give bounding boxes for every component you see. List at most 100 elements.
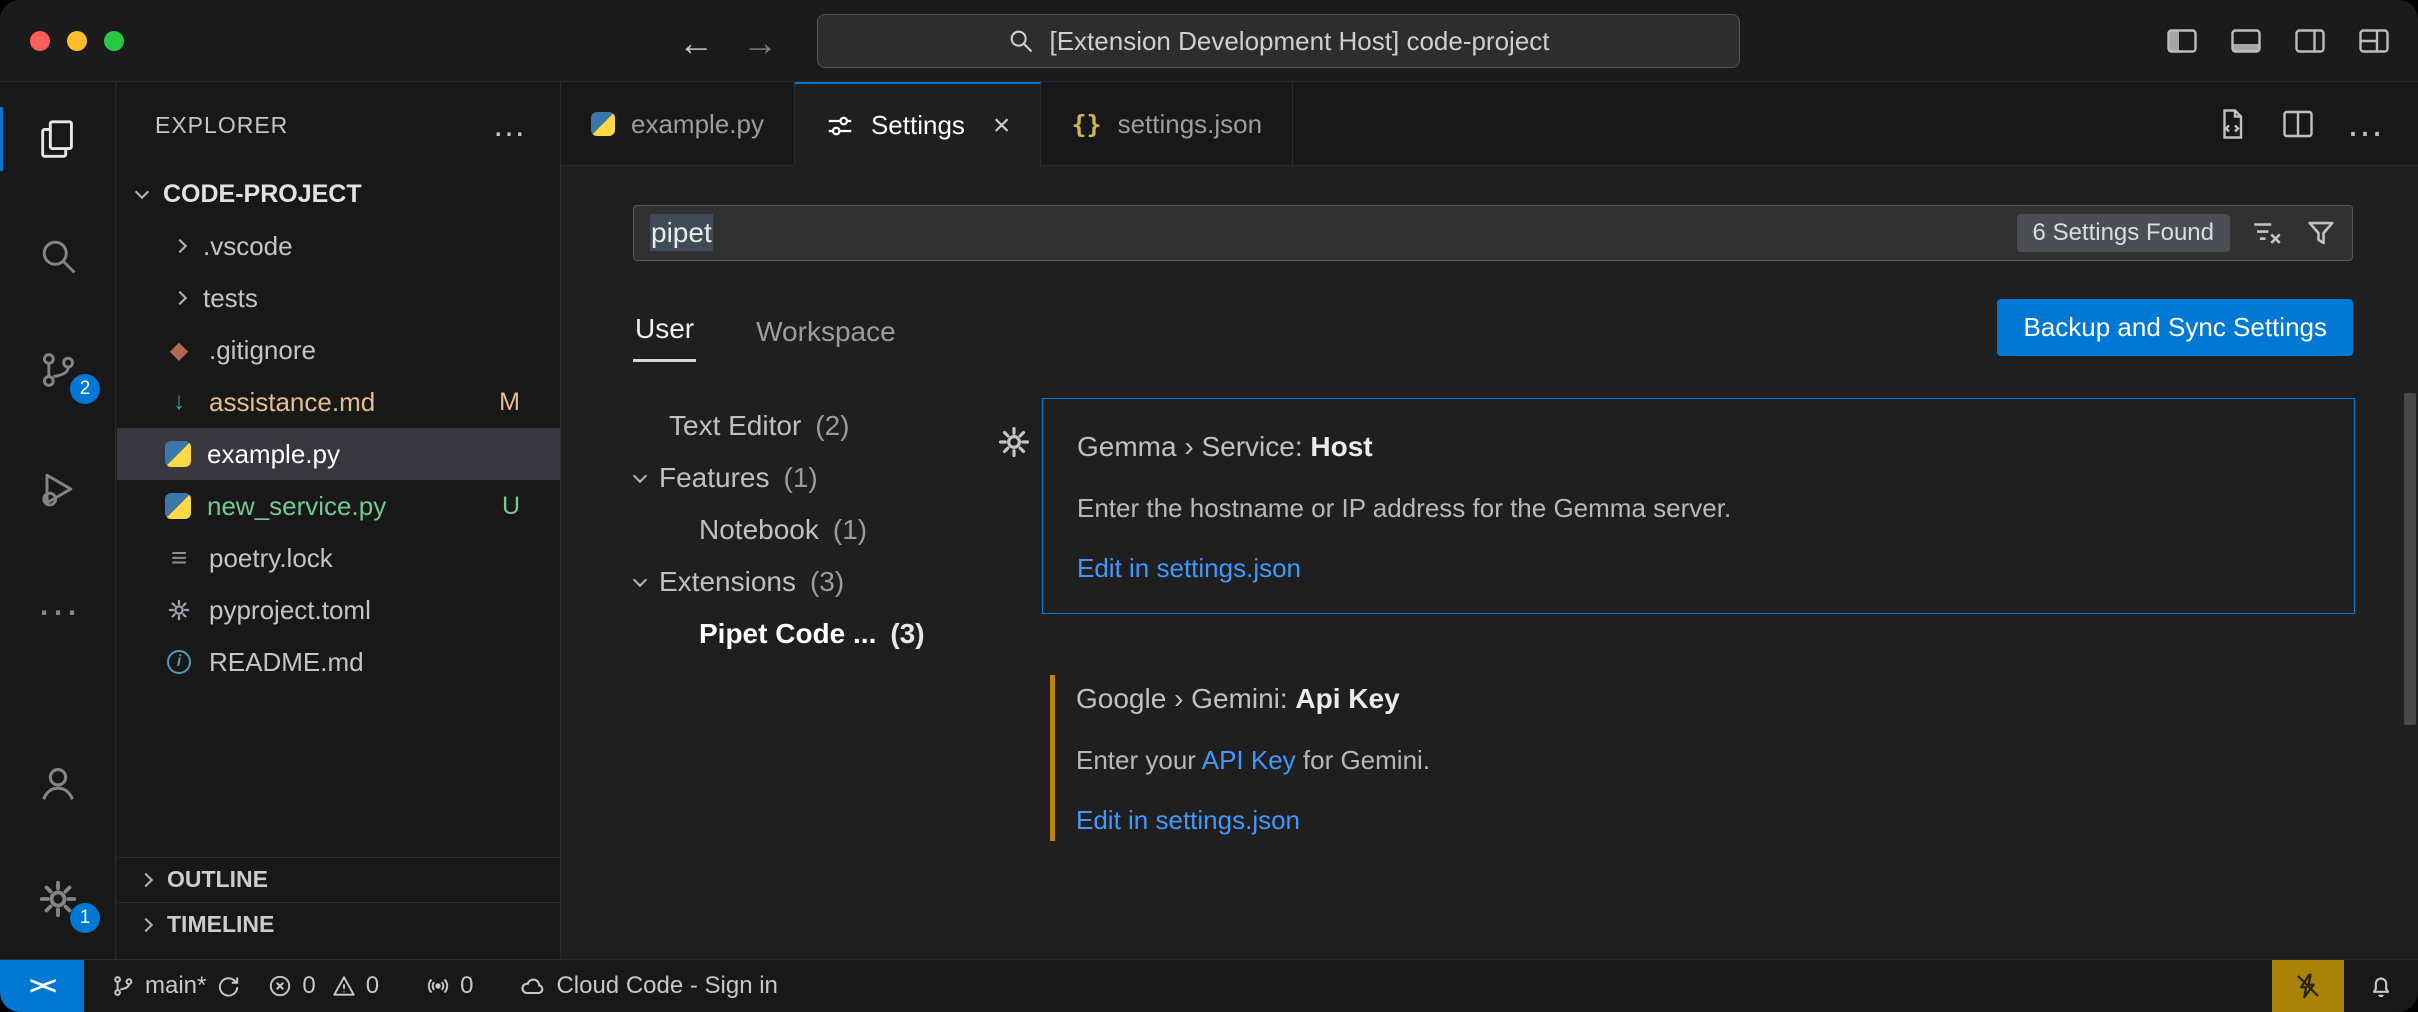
ellipsis-icon: … bbox=[36, 591, 80, 611]
tab-label: example.py bbox=[631, 109, 764, 140]
toc-item-extensions[interactable]: Extensions (3) bbox=[633, 556, 1023, 608]
search-icon bbox=[36, 234, 80, 278]
file-label: example.py bbox=[207, 439, 340, 470]
filter-funnel-icon[interactable] bbox=[2304, 216, 2338, 250]
branch-name: main* bbox=[145, 972, 206, 1000]
activity-bar: 2 … 1 bbox=[0, 82, 116, 959]
python-file-icon bbox=[591, 112, 615, 136]
tab-example-py[interactable]: example.py bbox=[561, 82, 795, 166]
remote-indicator[interactable]: >< bbox=[0, 960, 84, 1012]
setting-row-google-gemini-api-key[interactable]: Google › Gemini: Api Key Enter your API … bbox=[1042, 651, 2355, 865]
search-activity-button[interactable] bbox=[0, 218, 116, 294]
lightning-slash-icon bbox=[2293, 971, 2323, 1001]
search-icon bbox=[1007, 27, 1035, 55]
tree-item-gitignore[interactable]: ◆ .gitignore bbox=[117, 324, 560, 376]
back-arrow-icon[interactable]: ← bbox=[678, 22, 714, 64]
minimize-window-button[interactable] bbox=[67, 31, 87, 51]
toc-label: Extensions bbox=[659, 566, 796, 598]
command-center[interactable]: [Extension Development Host] code-projec… bbox=[817, 14, 1740, 68]
tree-item-tests-folder[interactable]: tests bbox=[117, 272, 560, 324]
problems-status[interactable]: 0 0 bbox=[267, 972, 385, 1000]
tree-item-poetry-lock[interactable]: ≡ poetry.lock bbox=[117, 532, 560, 584]
forward-arrow-icon[interactable]: → bbox=[742, 22, 778, 64]
split-editor-icon[interactable] bbox=[2280, 106, 2316, 142]
json-braces-icon: {} bbox=[1071, 110, 1101, 139]
settings-scrollbar[interactable] bbox=[2404, 393, 2416, 725]
toggle-primary-sidebar-icon[interactable] bbox=[2164, 23, 2200, 59]
root-label: CODE-PROJECT bbox=[163, 180, 362, 209]
toc-item-notebook[interactable]: Notebook (1) bbox=[633, 504, 1023, 556]
toc-label: Text Editor bbox=[669, 410, 801, 442]
traffic-lights bbox=[30, 31, 124, 51]
error-icon bbox=[267, 973, 293, 999]
broadcast-icon bbox=[425, 973, 451, 999]
tab-settings[interactable]: Settings × bbox=[795, 82, 1041, 167]
warning-count: 0 bbox=[366, 972, 379, 1000]
setting-row-google-gemini-text-model[interactable]: Google › Gemini: Text Model bbox=[1042, 935, 2355, 959]
timeline-section-header[interactable]: TIMELINE bbox=[117, 902, 560, 946]
notifications-status[interactable] bbox=[2344, 972, 2418, 1000]
ports-status[interactable]: 0 bbox=[425, 972, 479, 1000]
api-key-link[interactable]: API Key bbox=[1202, 745, 1296, 775]
file-label: README.md bbox=[209, 647, 364, 678]
run-debug-activity-button[interactable] bbox=[0, 451, 116, 527]
tab-settings-json[interactable]: {} settings.json bbox=[1041, 82, 1293, 166]
edit-in-settings-json-link[interactable]: Edit in settings.json bbox=[1076, 803, 2321, 837]
settings-sliders-icon bbox=[825, 111, 855, 141]
toc-item-pipet-code[interactable]: Pipet Code ... (3) bbox=[633, 608, 1023, 660]
git-file-icon: ◆ bbox=[165, 336, 193, 364]
clear-filters-icon[interactable] bbox=[2250, 216, 2284, 250]
tree-root-code-project[interactable]: CODE-PROJECT bbox=[117, 168, 560, 220]
file-label: tests bbox=[203, 283, 258, 314]
zoom-window-button[interactable] bbox=[104, 31, 124, 51]
tree-item-new-service-py[interactable]: new_service.py U bbox=[117, 480, 560, 532]
outline-section-header[interactable]: OUTLINE bbox=[117, 857, 560, 901]
setting-gear-icon[interactable] bbox=[995, 423, 1033, 461]
settings-search-input[interactable]: pipet 6 Settings Found bbox=[633, 205, 2353, 261]
views-more-actions-icon[interactable]: … bbox=[492, 120, 526, 130]
sync-changes-icon[interactable] bbox=[215, 973, 241, 999]
screencast-warning-status[interactable] bbox=[2272, 960, 2344, 1012]
toggle-panel-icon[interactable] bbox=[2228, 23, 2264, 59]
tree-item-example-py[interactable]: example.py bbox=[117, 428, 560, 480]
chevron-right-icon bbox=[139, 872, 153, 886]
toml-gear-icon bbox=[165, 596, 193, 624]
toc-item-features[interactable]: Features (1) bbox=[633, 452, 1023, 504]
toc-label: Pipet Code ... bbox=[699, 618, 876, 650]
source-control-activity-button[interactable]: 2 bbox=[0, 332, 116, 408]
edit-in-settings-json-link[interactable]: Edit in settings.json bbox=[1077, 551, 2320, 585]
scope-tab-workspace[interactable]: Workspace bbox=[754, 304, 898, 362]
tree-item-assistance-md[interactable]: ↓ assistance.md M bbox=[117, 376, 560, 428]
explorer-activity-button[interactable] bbox=[0, 101, 116, 177]
tree-item-vscode-folder[interactable]: .vscode bbox=[117, 220, 560, 272]
accounts-activity-button[interactable] bbox=[0, 745, 116, 821]
lock-file-icon: ≡ bbox=[165, 544, 193, 572]
modified-indicator-bar bbox=[1050, 675, 1055, 841]
customize-layout-icon[interactable] bbox=[2356, 23, 2392, 59]
toggle-secondary-sidebar-icon[interactable] bbox=[2292, 23, 2328, 59]
setting-row-gemma-service-host[interactable]: Gemma › Service: Host Enter the hostname… bbox=[1042, 398, 2355, 614]
cloud-code-status[interactable]: Cloud Code - Sign in bbox=[519, 972, 777, 1000]
file-label: pyproject.toml bbox=[209, 595, 371, 626]
settings-badge: 1 bbox=[70, 903, 100, 933]
backup-sync-settings-button[interactable]: Backup and Sync Settings bbox=[1997, 299, 2353, 356]
python-file-icon bbox=[165, 493, 191, 519]
toc-item-text-editor[interactable]: Text Editor (2) bbox=[633, 400, 1023, 452]
git-modified-badge: M bbox=[499, 388, 520, 417]
open-settings-json-icon[interactable] bbox=[2214, 106, 2250, 142]
chevron-down-icon bbox=[135, 184, 149, 198]
close-tab-icon[interactable]: × bbox=[993, 109, 1011, 143]
more-actions-icon[interactable]: … bbox=[2346, 117, 2384, 131]
setting-title: Gemma › Service: Host bbox=[1077, 429, 2320, 465]
tree-item-readme-md[interactable]: i README.md bbox=[117, 636, 560, 688]
scope-tab-user[interactable]: User bbox=[633, 301, 696, 362]
run-debug-icon bbox=[36, 467, 80, 511]
scm-badge: 2 bbox=[70, 374, 100, 404]
close-window-button[interactable] bbox=[30, 31, 50, 51]
tree-item-pyproject-toml[interactable]: pyproject.toml bbox=[117, 584, 560, 636]
git-branch-status[interactable]: main* bbox=[110, 972, 241, 1000]
manage-settings-activity-button[interactable]: 1 bbox=[0, 861, 116, 937]
editor-group: example.py Settings × {} settings.json bbox=[561, 82, 2418, 959]
settings-editor: pipet 6 Settings Found User Workspace Ba… bbox=[561, 166, 2418, 959]
more-views-activity-button[interactable]: … bbox=[0, 563, 116, 639]
